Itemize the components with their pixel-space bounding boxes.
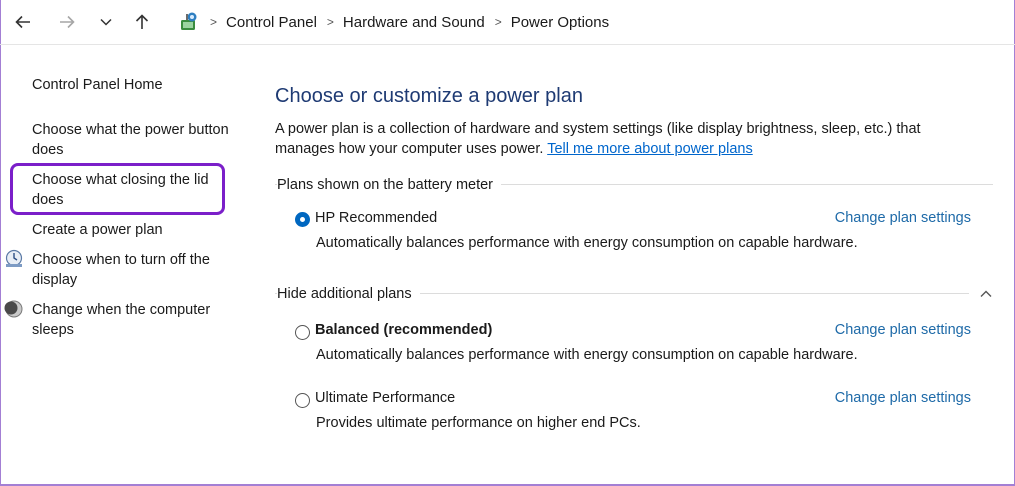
section-heading-additional[interactable]: Hide additional plans: [277, 286, 420, 302]
radio-ultimate-performance[interactable]: [295, 393, 310, 408]
plan-description: Provides ultimate performance on higher …: [316, 415, 641, 431]
change-plan-settings-link[interactable]: Change plan settings: [835, 210, 971, 226]
recent-locations-button[interactable]: [94, 10, 118, 34]
page-title: Choose or customize a power plan: [275, 85, 583, 107]
sidebar-item-power-button[interactable]: Choose what the power button does: [32, 120, 247, 160]
plan-description: Automatically balances performance with …: [316, 347, 858, 363]
sidebar-item-create-plan[interactable]: Create a power plan: [32, 220, 247, 240]
chevron-up-icon[interactable]: [979, 287, 993, 301]
breadcrumb-separator-icon: >: [494, 15, 502, 29]
arrow-left-icon: [15, 15, 30, 29]
control-panel-icon: [181, 12, 197, 30]
sidebar-item-turn-off-display[interactable]: Choose when to turn off the display: [32, 250, 247, 290]
breadcrumb-separator-icon: >: [326, 15, 334, 29]
forward-button[interactable]: [55, 10, 79, 34]
sidebar-item-control-panel-home[interactable]: Control Panel Home: [32, 75, 247, 95]
breadcrumb-hardware-and-sound[interactable]: Hardware and Sound: [343, 14, 485, 31]
plan-name-hp-recommended[interactable]: HP Recommended: [315, 210, 437, 226]
plan-name-balanced[interactable]: Balanced (recommended): [315, 322, 492, 338]
plan-description: Automatically balances performance with …: [316, 235, 858, 251]
back-button[interactable]: [11, 10, 35, 34]
radio-hp-recommended[interactable]: [295, 212, 310, 227]
breadcrumb-separator-icon: >: [210, 15, 218, 29]
plan-name-ultimate-performance[interactable]: Ultimate Performance: [315, 390, 455, 406]
change-plan-settings-link[interactable]: Change plan settings: [835, 390, 971, 406]
arrow-up-icon: [135, 14, 149, 29]
display-timer-icon: [5, 249, 23, 267]
arrow-right-icon: [60, 15, 75, 29]
highlight-box: [10, 163, 225, 215]
sidebar-item-computer-sleeps[interactable]: Change when the computer sleeps: [32, 300, 247, 340]
breadcrumb-control-panel[interactable]: Control Panel: [226, 14, 317, 31]
radio-balanced[interactable]: [295, 325, 310, 340]
moon-sleep-icon: [4, 300, 23, 318]
learn-more-link[interactable]: Tell me more about power plans: [547, 141, 753, 157]
chevron-down-icon: [100, 18, 112, 26]
section-heading-battery: Plans shown on the battery meter: [277, 177, 502, 193]
breadcrumb-power-options[interactable]: Power Options: [511, 14, 609, 31]
change-plan-settings-link[interactable]: Change plan settings: [835, 322, 971, 338]
up-button[interactable]: [130, 10, 154, 34]
address-bar: > Control Panel > Hardware and Sound > P…: [0, 0, 1015, 45]
page-description: A power plan is a collection of hardware…: [275, 119, 975, 159]
breadcrumb[interactable]: > Control Panel > Hardware and Sound > P…: [172, 6, 1007, 38]
